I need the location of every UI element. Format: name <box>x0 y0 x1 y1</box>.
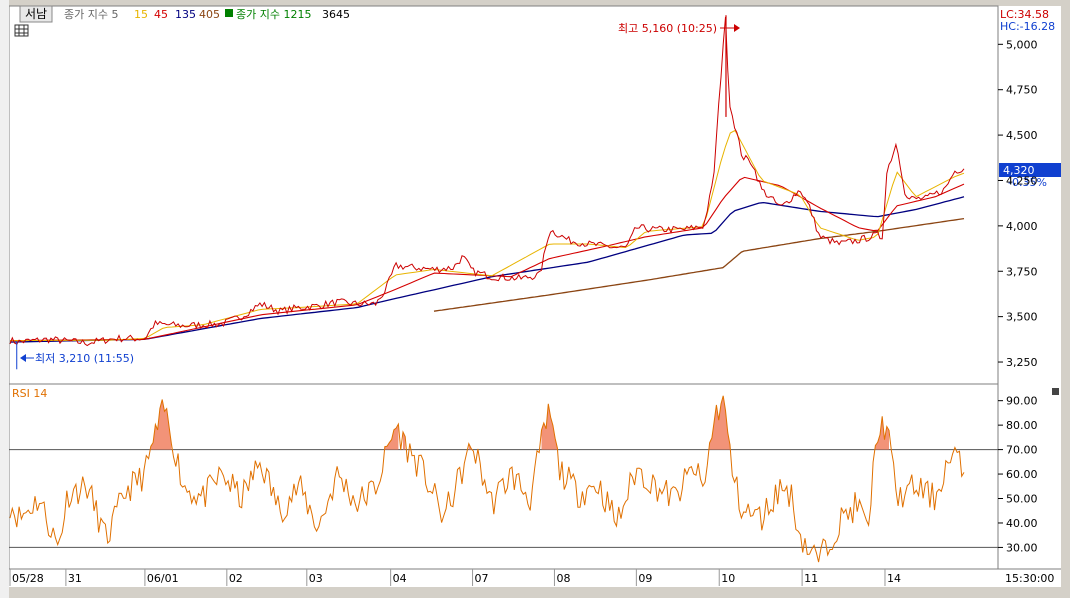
price-y-tick-label: 4,000 <box>1006 220 1038 233</box>
hc-label: HC:-16.28 <box>1000 20 1055 33</box>
stock-chart-window: 서남 종가 지수 5 15 45 135 405 종가 지수 1215 3645… <box>0 0 1070 598</box>
high-annotation: 최고 5,160 (10:25) <box>618 22 717 35</box>
price-y-tick-label: 3,250 <box>1006 356 1038 369</box>
indicator2-value: 3645 <box>322 8 350 21</box>
x-tick-label: 11 <box>804 572 818 585</box>
time-label: 15:30:00 <box>1005 572 1054 585</box>
left-frame <box>0 0 9 598</box>
rsi-y-tick-label: 60.00 <box>1006 468 1038 481</box>
chart-svg: 서남 종가 지수 5 15 45 135 405 종가 지수 1215 3645… <box>0 0 1070 598</box>
ma15-label: 15 <box>134 8 148 21</box>
rsi-label: RSI 14 <box>12 387 47 400</box>
rsi-y-tick-label: 50.00 <box>1006 493 1038 506</box>
price-y-tick-label: 4,500 <box>1006 129 1038 142</box>
right-frame <box>1061 0 1070 598</box>
ma45-label: 45 <box>154 8 168 21</box>
ma135-label: 135 <box>175 8 196 21</box>
x-tick-label: 14 <box>887 572 901 585</box>
x-tick-label: 02 <box>229 572 243 585</box>
low-annotation: 최저 3,210 (11:55) <box>35 352 134 365</box>
bottom-toolbar <box>0 587 1070 598</box>
x-tick-label: 06/01 <box>147 572 179 585</box>
indicator2-marker-icon <box>225 9 233 17</box>
x-tick-label: 09 <box>638 572 652 585</box>
x-tick-label: 31 <box>68 572 82 585</box>
price-y-tick-label: 5,000 <box>1006 38 1038 51</box>
rsi-y-tick-label: 80.00 <box>1006 419 1038 432</box>
ma405-label: 405 <box>199 8 220 21</box>
x-tick-label: 10 <box>721 572 735 585</box>
panel-toggle-icon[interactable] <box>1052 388 1059 395</box>
indicator2-label: 종가 지수 1215 <box>236 8 311 21</box>
x-tick-label: 08 <box>556 572 570 585</box>
top-frame <box>0 0 1070 6</box>
x-tick-label: 04 <box>393 572 407 585</box>
chart-background <box>0 0 1070 598</box>
ma-indicator-label: 종가 지수 5 <box>64 8 118 21</box>
stock-name-label: 서남 <box>25 7 47 21</box>
x-tick-label: 05/28 <box>12 572 44 585</box>
price-y-tick-label: 3,500 <box>1006 311 1038 324</box>
price-y-tick-label: 4,750 <box>1006 84 1038 97</box>
rsi-y-tick-label: 40.00 <box>1006 517 1038 530</box>
x-tick-label: 03 <box>309 572 323 585</box>
rsi-y-tick-label: 30.00 <box>1006 541 1038 554</box>
price-y-tick-label: 4,250 <box>1006 174 1038 187</box>
rsi-y-tick-label: 90.00 <box>1006 395 1038 408</box>
x-tick-label: 07 <box>475 572 489 585</box>
price-y-tick-label: 3,750 <box>1006 265 1038 278</box>
rsi-y-tick-label: 70.00 <box>1006 444 1038 457</box>
grid-table-icon[interactable] <box>14 24 29 37</box>
